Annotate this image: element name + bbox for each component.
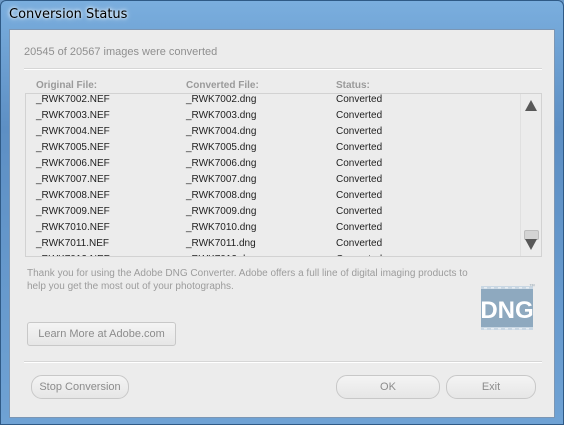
converted-file-cell: _RWK7006.dng: [186, 158, 257, 169]
table-row[interactable]: _RWK7005.NEF _RWK7005.dng Converted: [26, 140, 523, 156]
converted-file-cell: _RWK7004.dng: [186, 126, 257, 137]
separator: [24, 68, 542, 70]
dng-logo: DNG ™: [480, 283, 535, 330]
table-row[interactable]: _RWK7003.NEF _RWK7003.dng Converted: [26, 108, 523, 124]
converted-file-cell: _RWK7002.dng: [186, 94, 257, 105]
title-bar[interactable]: Conversion Status: [1, 1, 563, 29]
converted-file-cell: _RWK7003.dng: [186, 110, 257, 121]
status-cell: Converted: [336, 254, 382, 256]
trademark-symbol: ™: [529, 283, 535, 290]
status-cell: Converted: [336, 206, 383, 217]
converted-file-cell: _RWK7007.dng: [186, 174, 257, 185]
dng-logo-text: DNG: [480, 297, 533, 324]
ok-button[interactable]: OK: [336, 375, 440, 399]
converted-file-cell: _RWK7011.dng: [186, 238, 256, 249]
file-list[interactable]: _RWK7002.NEF _RWK7002.dng Converted _RWK700…: [25, 93, 542, 257]
original-file-cell: _RWK7007.NEF: [36, 174, 110, 185]
table-row[interactable]: _RWK7008.NEF _RWK7008.dng Converted: [26, 188, 523, 204]
thank-you-message: Thank you for using the Adobe DNG Conver…: [27, 268, 468, 292]
converted-file-cell: _RWK7010.dng: [186, 222, 257, 233]
original-file-cell: _RWK7004.NEF: [36, 126, 110, 137]
converted-file-cell: _RWK7009.dng: [186, 206, 257, 217]
column-header-converted: Converted File:: [186, 80, 259, 91]
conversion-status-dialog: Conversion Status 20545 of 20567 images …: [0, 0, 564, 425]
converted-file-cell: _RWK7008.dng: [186, 190, 257, 201]
original-file-cell: _RWK7011.NEF: [36, 238, 109, 249]
vertical-scrollbar[interactable]: [520, 94, 541, 256]
converted-file-cell: _RWK7012.dng: [186, 254, 256, 256]
dialog-body: 20545 of 20567 images were converted Ori…: [9, 29, 555, 418]
stop-conversion-button[interactable]: Stop Conversion: [31, 375, 129, 399]
table-row[interactable]: _RWK7006.NEF _RWK7006.dng Converted: [26, 156, 523, 172]
status-cell: Converted: [336, 94, 383, 105]
original-file-cell: _RWK7009.NEF: [36, 206, 110, 217]
original-file-cell: _RWK7005.NEF: [36, 142, 110, 153]
original-file-cell: _RWK7006.NEF: [36, 158, 110, 169]
original-file-cell: _RWK7010.NEF: [36, 222, 110, 233]
original-file-cell: _RWK7002.NEF: [36, 94, 110, 105]
scroll-down-arrow-icon[interactable]: [525, 239, 537, 250]
scroll-up-arrow-icon[interactable]: [525, 100, 537, 111]
original-file-cell: _RWK7012.NEF: [36, 254, 110, 256]
converted-file-cell: _RWK7005.dng: [186, 142, 257, 153]
table-row[interactable]: _RWK7007.NEF _RWK7007.dng Converted: [26, 172, 523, 188]
original-file-cell: _RWK7003.NEF: [36, 110, 110, 121]
column-header-status: Status:: [336, 80, 370, 91]
status-cell: Converted: [336, 158, 383, 169]
table-row[interactable]: _RWK7010.NEF _RWK7010.dng Converted: [26, 220, 523, 236]
original-file-cell: _RWK7008.NEF: [36, 190, 110, 201]
exit-button[interactable]: Exit: [446, 375, 536, 399]
learn-more-button[interactable]: Learn More at Adobe.com: [27, 322, 176, 346]
table-row[interactable]: _RWK7002.NEF _RWK7002.dng Converted: [26, 94, 523, 108]
table-row[interactable]: _RWK7012.NEF _RWK7012.dng Converted: [26, 252, 523, 256]
column-header-original: Original File:: [36, 80, 98, 91]
status-cell: Converted: [336, 174, 383, 185]
table-row[interactable]: _RWK7011.NEF _RWK7011.dng Converted: [26, 236, 523, 252]
status-cell: Converted: [336, 238, 383, 249]
status-cell: Converted: [336, 126, 383, 137]
status-cell: Converted: [336, 142, 383, 153]
status-cell: Converted: [336, 110, 383, 121]
table-row[interactable]: _RWK7009.NEF _RWK7009.dng Converted: [26, 204, 523, 220]
file-list-rows: _RWK7002.NEF _RWK7002.dng Converted _RWK700…: [26, 94, 523, 256]
separator: [24, 361, 542, 363]
status-cell: Converted: [336, 222, 383, 233]
window-title: Conversion Status: [9, 7, 128, 22]
conversion-summary: 20545 of 20567 images were converted: [24, 46, 218, 58]
table-row[interactable]: _RWK7004.NEF _RWK7004.dng Converted: [26, 124, 523, 140]
status-cell: Converted: [336, 190, 383, 201]
